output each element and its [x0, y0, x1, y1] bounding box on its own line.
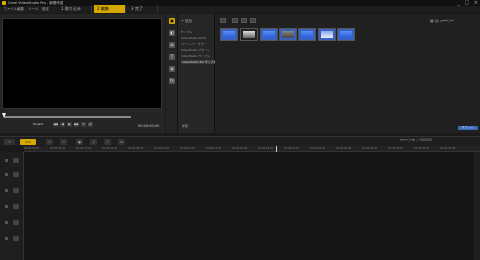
transition-icon[interactable]: ⇄ [169, 42, 175, 48]
tree-item-selected[interactable]: VideoStudio Pro サンプル [181, 60, 218, 64]
media-thumbnail[interactable] [318, 28, 336, 41]
preview-window [2, 18, 162, 109]
repeat-button[interactable]: ↻ [81, 122, 86, 127]
audio-filter-icon[interactable] [250, 18, 256, 23]
music-track-icon [13, 236, 19, 241]
library-category-strip: ▣ ◧ ⇄ T ◈ fx [166, 14, 178, 133]
ruler-tick: 00:00:18:00 [258, 147, 274, 150]
title-track-header[interactable] [2, 202, 22, 212]
undo-icon[interactable]: ↶ [46, 139, 53, 145]
menu-tools[interactable]: ツール [28, 6, 39, 13]
library-zoom-slider[interactable]: ▦ ▤ ▫━━○━ [430, 18, 454, 23]
lock-icon[interactable] [5, 221, 8, 224]
timeline-scrollbar[interactable] [474, 152, 480, 260]
folder-icon[interactable] [220, 18, 226, 23]
filter-icon[interactable]: fx [169, 78, 175, 84]
lock-icon[interactable] [5, 237, 8, 240]
video-track-icon [13, 158, 19, 163]
tree-item[interactable]: VideoStudio 2019 [181, 36, 206, 40]
menu-file[interactable]: ファイル [3, 6, 17, 13]
tab-share[interactable]: 3 完了 [128, 5, 158, 13]
ruler-tick: 00:00:22:00 [310, 147, 326, 150]
ruler-tick: 00:00:30:00 [414, 147, 430, 150]
auto-music-icon[interactable]: ♪ [104, 139, 111, 145]
tab-capture[interactable]: 1 取り込み [58, 5, 92, 13]
options-button[interactable]: オプション [458, 126, 478, 130]
tab-edit[interactable]: 2 編集 [94, 5, 126, 13]
app-logo-icon [2, 1, 6, 5]
tree-item[interactable]: ベーシック・カラー [181, 42, 206, 46]
tree-item[interactable]: VideoStudio サンプル [181, 54, 210, 58]
media-thumbnail[interactable] [298, 28, 316, 41]
tree-item[interactable]: VideoStudio パターン [181, 48, 210, 52]
timeline-tracks[interactable] [24, 152, 474, 260]
lock-icon[interactable] [5, 205, 8, 208]
redo-icon[interactable]: ↷ [60, 139, 67, 145]
menu-edit[interactable]: 編集 [17, 6, 24, 13]
ruler-tick: 00:00:24:00 [336, 147, 352, 150]
title-track-icon [13, 204, 19, 209]
menu-settings[interactable]: 設定 [42, 6, 49, 13]
ruler-tick: 00:00:10:00 [154, 147, 170, 150]
media-thumbnail[interactable] [279, 28, 297, 41]
browse-button[interactable]: 参照 [182, 124, 188, 128]
ruler-tick: 00:00:04:00 [76, 147, 92, 150]
timecode-display[interactable]: 00:00:00:00 [138, 124, 159, 128]
mixer-icon[interactable]: ♫ [90, 139, 97, 145]
graphic-icon[interactable]: ◈ [169, 66, 175, 72]
tree-item[interactable]: サンプル [181, 30, 192, 34]
ruler-tick: 00:00:20:00 [284, 147, 300, 150]
ruler-tick: 00:00:00:00 [24, 147, 40, 150]
ruler-tick: 00:00:28:00 [388, 147, 404, 150]
ruler-tick: 00:00:12:00 [180, 147, 196, 150]
play-button[interactable]: ▶ [67, 122, 72, 127]
overlay-track-header[interactable] [2, 186, 22, 196]
media-thumbnail[interactable] [260, 28, 278, 41]
motion-track-icon[interactable]: ⊕ [118, 139, 125, 145]
ruler-tick: 00:00:26:00 [362, 147, 378, 150]
media-thumbnail[interactable] [220, 28, 238, 41]
overlay-track-icon [13, 172, 19, 177]
voice-track-header[interactable] [2, 218, 22, 228]
ruler-tick: 00:00:32:00 [440, 147, 456, 150]
library-tree: + 追加 サンプル VideoStudio 2019 ベーシック・カラー Vid… [178, 14, 218, 133]
overlay-track-icon [13, 188, 19, 193]
volume-button[interactable]: 🔊 [88, 122, 93, 127]
music-track-header[interactable] [2, 234, 22, 244]
ruler-tick: 00:00:16:00 [232, 147, 248, 150]
add-folder-button[interactable]: + 追加 [181, 19, 192, 24]
title-icon[interactable]: T [169, 54, 175, 60]
ruler-tick: 00:00:06:00 [102, 147, 118, 150]
media-thumbnail[interactable] [337, 28, 355, 41]
media-thumbnail[interactable] [240, 28, 258, 41]
scrubber-bar[interactable] [4, 116, 131, 118]
lock-icon[interactable] [5, 173, 8, 176]
lock-icon[interactable] [5, 159, 8, 162]
track-headers [0, 152, 24, 260]
record-icon[interactable]: ● [76, 139, 83, 145]
ruler-tick: 00:00:02:00 [50, 147, 66, 150]
photo-filter-icon[interactable] [241, 18, 247, 23]
playback-controls: ◀◀ ◀ ▶ ▶▶ ↻ 🔊 [33, 122, 98, 128]
rewind-button[interactable]: ◀◀ [53, 122, 58, 127]
next-frame-button[interactable]: ▶▶ [74, 122, 79, 127]
timeline-zoom-slider[interactable]: ⊖━━○━⊕ ⤢ ⊟⊟⊟⊟ [400, 138, 432, 142]
prev-frame-button[interactable]: ◀ [60, 122, 65, 127]
voice-track-icon [13, 220, 19, 225]
timeline-view-button[interactable]: ▭▭ [20, 139, 36, 145]
video-filter-icon[interactable] [232, 18, 238, 23]
ruler-tick: 00:00:08:00 [128, 147, 144, 150]
lock-icon[interactable] [5, 189, 8, 192]
storyboard-view-button[interactable]: ▭ [4, 139, 15, 145]
video-track-header[interactable] [2, 156, 22, 166]
media-icon[interactable]: ▣ [169, 18, 175, 24]
ruler-tick: 00:00:14:00 [206, 147, 222, 150]
instant-project-icon[interactable]: ◧ [169, 30, 175, 36]
overlay-track-header[interactable] [2, 170, 22, 180]
